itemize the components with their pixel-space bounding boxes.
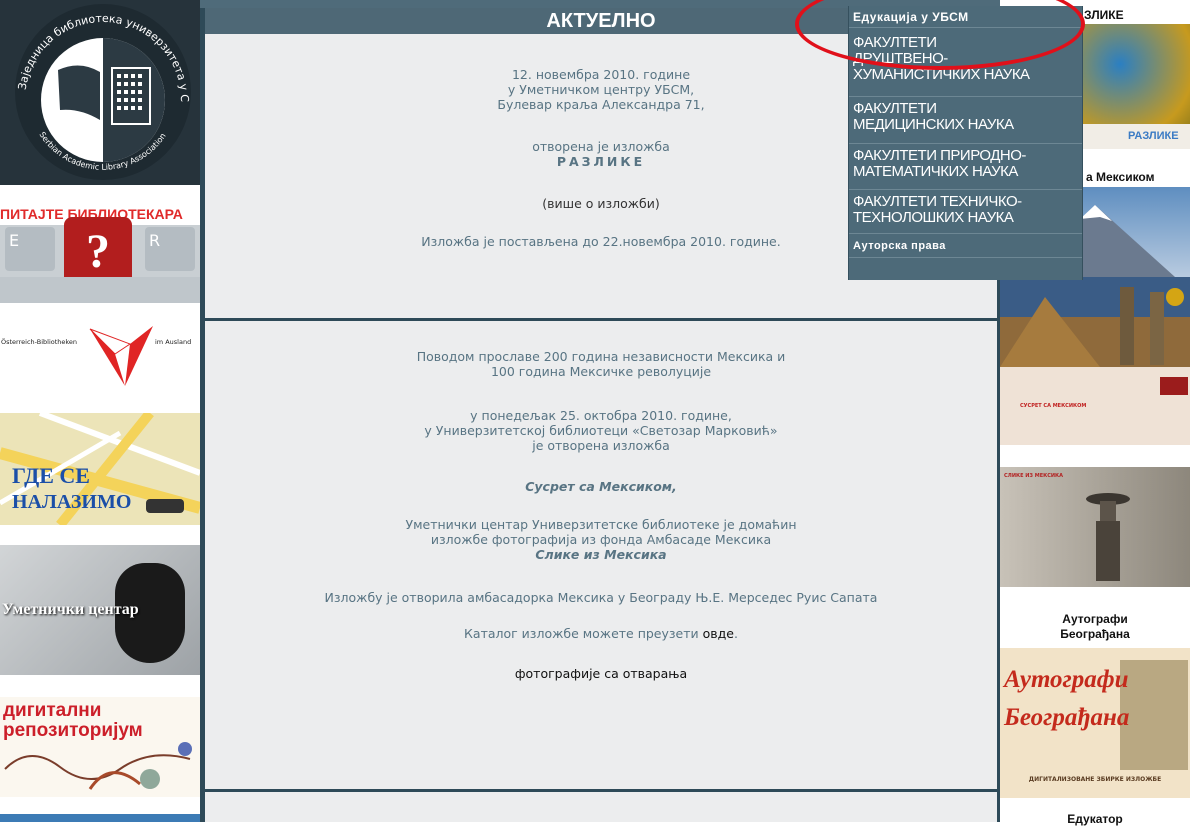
razlike-label-top: ЗЛИКЕ [1084,8,1124,22]
menu-item-natural-sciences-line2: МАТЕМАТИЧКИХ НАУКА [853,163,1018,180]
news2-p2b: у Универзитетској библиотеци «Светозар М… [424,423,778,438]
digital-repository-banner[interactable]: дигитални репозиторијум [0,697,200,797]
menu-item-natural-sciences-line1: ФАКУЛТЕТИ ПРИРОДНО- [853,147,1026,164]
art-center-banner[interactable]: Уметнички центар [0,545,200,675]
menu-item-medical-sciences-line1: ФАКУЛТЕТИ [853,100,937,117]
austria-right-text: im Ausland [155,338,192,346]
bottom-banner-edge [0,814,200,822]
autographs-image-caption: ДИГИТАЛИЗОВАНЕ ЗБИРКЕ ИЗЛОЖБЕ [1028,776,1162,783]
catalog-period: . [733,626,738,641]
menu-item-technical-sciences[interactable]: ФАКУЛТЕТИ ТЕХНИЧКО- ТЕХНОЛОШКИХ НАУКА [849,190,1082,234]
autographs-image-line1: Аутографи [1004,666,1129,693]
art-center-label: Уметнички центар [2,601,139,618]
catalog-download-link[interactable]: овде [703,626,734,641]
autographs-label-line2: Београђана [1060,627,1130,641]
news2-p3b: изложбе фотографија из фонда Амбасаде Ме… [430,532,772,547]
menu-item-technical-sciences-line2: ТЕХНОЛОШКИХ НАУКА [853,209,1014,226]
keyboard-key-r: R [145,227,195,271]
where-line1: ГДЕ СЕ [12,463,90,488]
cowboy-figure-icon [1086,493,1130,581]
menu-item-natural-sciences[interactable]: ФАКУЛТЕТИ ПРИРОДНО- МАТЕМАТИЧКИХ НАУКА [849,144,1082,190]
autographs-label: Аутографи Београђана [1000,612,1190,642]
keyboard-key-e: E [5,227,55,271]
mexico-pyramid-image[interactable] [1000,277,1190,367]
news-item-mexico: Поводом прославе 200 година независности… [205,321,997,789]
menu-item-medical-sciences[interactable]: ФАКУЛТЕТИ МЕДИЦИНСКИХ НАУКА [849,97,1082,144]
autographs-image-line2: Београђана [1004,704,1130,731]
news2-catalog-line: Каталог изложбе можете преузети овде. [205,626,997,641]
mexico-label: а Мексиком [1086,170,1155,184]
pyramid-icon [1000,277,1190,367]
news-item-next [205,792,997,822]
news2-p2a: у понедељак 25. октобра 2010. године, [470,408,732,423]
association-logo[interactable]: Заједница библиотека универзитета у Срби… [0,0,200,185]
news2-exhibition-title: Сусрет са Мексиком, [525,479,677,494]
digital-line2: репозиторијум [3,720,143,741]
catalog-text: Каталог изложбе можете преузети [464,626,703,641]
autographs-label-line1: Аутографи [1062,612,1128,626]
news2-opened-by: Изложбу је отворила амбасадорка Мексика … [324,590,878,605]
mexico-catalog-image[interactable]: СУСРЕТ СА МЕКСИКОМ [1000,367,1190,445]
educator-label: Едукатор [1067,812,1123,826]
association-logo-graphic: Заједница библиотека универзитета у Срби… [0,0,200,185]
news2-p1b: 100 година Мексичке револуције [490,364,712,379]
left-sidebar: Заједница библиотека универзитета у Срби… [0,0,200,822]
menu-item-social-humanities-line3: ХУМАНИСТИЧКИХ НАУКА [853,66,1030,83]
catalog-image-caption: СУСРЕТ СА МЕКСИКОМ [1020,403,1087,409]
ask-librarian-banner[interactable]: ПИТАЈТЕ БИБЛИОТЕКАРА E R ? [0,203,200,303]
razlike-image-caption: РАЗЛИКЕ [1128,130,1179,142]
austria-libraries-banner[interactable]: Österreich-Bibliotheken im Ausland [0,322,200,392]
opening-photos-link[interactable]: фотографије са отварања [205,666,997,681]
where-line2: НАЛАЗИМО [12,491,132,513]
austria-left-text: Österreich-Bibliotheken [1,338,78,346]
news2-p2c: је отворена изложба [532,438,670,453]
autographs-image[interactable]: Аутографи Београђана ДИГИТАЛИЗОВАНЕ ЗБИР… [1000,648,1190,798]
mexico-photos-image[interactable]: СЛИКЕ ИЗ МЕКСИКА [1000,467,1190,587]
ornament-icon [4,742,192,790]
bus-icon [146,499,184,513]
menu-item-technical-sciences-line1: ФАКУЛТЕТИ ТЕХНИЧКО- [853,193,1022,210]
menu-item-copyright[interactable]: Ауторска права [849,234,1082,258]
austria-logo-icon [89,326,153,386]
news2-photo-exhibition-title: Слике из Мексика [535,547,667,562]
menu-item-medical-sciences-line2: МЕДИЦИНСКИХ НАУКА [853,116,1014,133]
digital-line1: дигитални [3,700,102,721]
news2-p1a: Поводом прославе 200 година независности… [416,349,786,364]
where-we-are-map[interactable]: ГДЕ СЕ НАЛАЗИМО [0,413,200,525]
news2-p3a: Уметнички центар Универзитетске библиоте… [405,517,797,532]
